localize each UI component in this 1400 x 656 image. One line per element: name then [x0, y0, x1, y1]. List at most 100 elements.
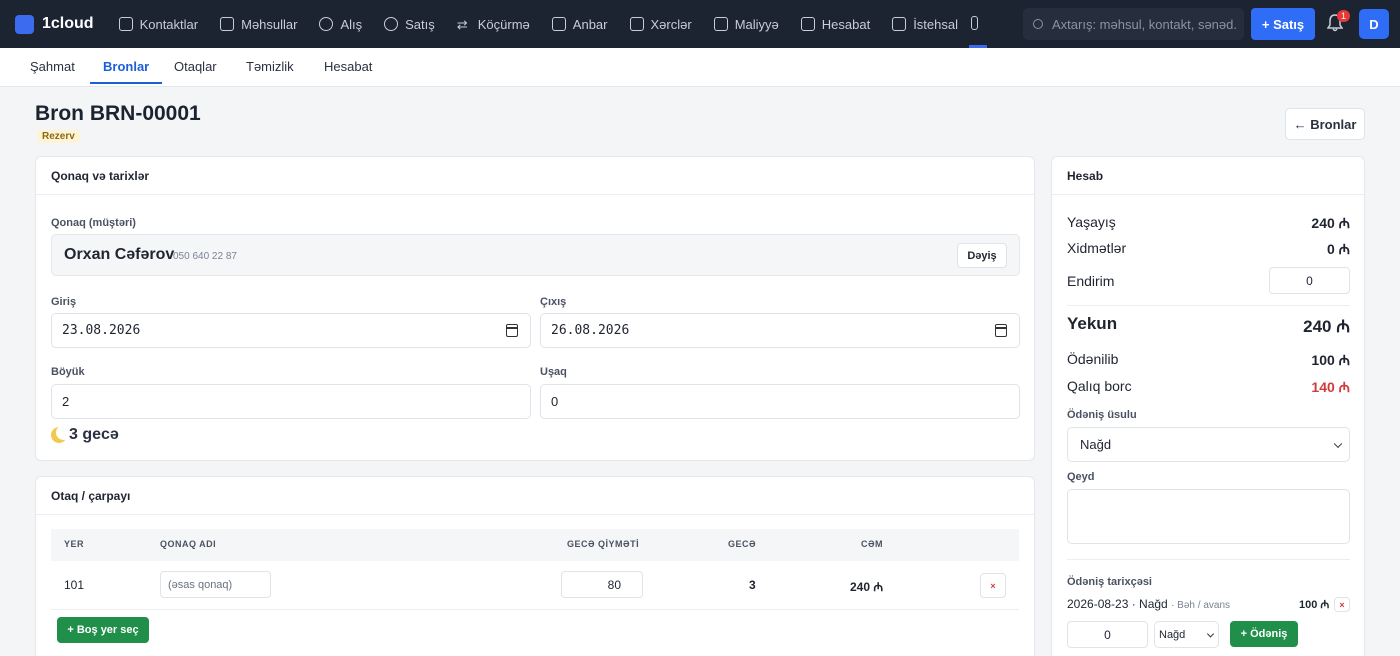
chevron-down-icon [1206, 629, 1215, 638]
plus-circle-icon [319, 17, 334, 31]
debt-row: Qalıq borc 140 ₼ [1067, 378, 1350, 398]
table-header: YER QONAQ ADI GECƏ QİYMƏTİ GECƏ CƏM [51, 529, 1019, 561]
warehouse-icon [551, 17, 566, 31]
history-note: · Bəh / avans [1171, 600, 1230, 611]
cash-icon [629, 17, 644, 31]
col-guest-name: QONAQ ADI [160, 539, 217, 549]
chart-icon [800, 17, 815, 31]
calendar-icon[interactable] [506, 324, 518, 337]
nav-label: Məhsullar [241, 16, 298, 32]
card-title: Otaq / çarpayı [36, 477, 1034, 515]
page-title: Bron BRN-00001 [35, 102, 201, 125]
moon-icon [51, 427, 67, 443]
children-input[interactable]: 0 [540, 384, 1020, 419]
search-input[interactable] [1052, 16, 1237, 32]
nights-value: 3 [749, 578, 756, 592]
services-value: 0 ₼ [1326, 241, 1350, 257]
nav-warehouse[interactable]: Anbar [541, 0, 619, 48]
tab-bookings[interactable]: Bronlar [90, 48, 163, 84]
payment-method-value: Nağd [1080, 437, 1112, 452]
adults-input[interactable]: 2 [51, 384, 531, 419]
new-payment-amount-input[interactable]: 0 [1067, 621, 1148, 648]
nav-label: Köçürmə [477, 16, 530, 32]
history-amount: 100 ₼ [1299, 599, 1330, 611]
factory-icon [892, 17, 907, 31]
checkout-date-input[interactable]: 26.08.2026 [540, 313, 1020, 348]
guest-selector: Orxan Cəfərov 050 640 22 87 Dəyiş [51, 234, 1020, 276]
grid-icon [713, 17, 728, 31]
checkout-label: Çıxış [540, 296, 567, 308]
close-icon: × [1339, 599, 1345, 610]
paid-row: Ödənilib 100 ₼ [1067, 351, 1350, 371]
nav-label: Maliyyə [734, 16, 779, 32]
new-amount-value: 0 [1104, 627, 1111, 642]
nav-label: Anbar [572, 16, 608, 32]
nav-finance[interactable]: Maliyyə [703, 0, 790, 48]
nav-label: Xərclər [650, 16, 692, 32]
nav-contacts[interactable]: Kontaktlar [108, 0, 210, 48]
card-title: Hesab [1052, 157, 1364, 195]
note-label: Qeyd [1067, 471, 1095, 483]
calendar-icon[interactable] [995, 324, 1007, 337]
tab-cleaning[interactable]: Təmizlik [246, 48, 294, 84]
night-price-input[interactable]: 80 [561, 571, 643, 598]
new-method-value: Nağd [1159, 628, 1186, 641]
guest-placeholder: (əsas qonaq) [168, 578, 233, 591]
nav-products[interactable]: Məhsullar [209, 0, 308, 48]
note-textarea[interactable] [1067, 489, 1350, 544]
children-value: 0 [551, 394, 559, 409]
global-search[interactable] [1023, 8, 1244, 40]
nav-production[interactable]: İstehsal [881, 0, 969, 48]
discount-label: Endirim [1067, 273, 1115, 289]
avatar[interactable]: D [1359, 9, 1389, 39]
guest-phone: 050 640 22 87 [173, 251, 237, 262]
tab-rooms[interactable]: Otaqlar [174, 48, 217, 84]
price-value: 80 [607, 577, 621, 592]
paid-label: Ödənilib [1067, 351, 1119, 367]
total-value: 240 ₼ [1303, 317, 1350, 336]
new-sale-button[interactable]: + Satış [1251, 8, 1315, 40]
nav-reports[interactable]: Hesabat [790, 0, 881, 48]
col-place: YER [64, 539, 85, 549]
arrow-circle-icon [384, 17, 399, 31]
nav-transfer[interactable]: ⇄ Köçürmə [446, 0, 541, 48]
back-to-bookings-button[interactable]: ← Bronlar [1285, 108, 1365, 140]
debt-label: Qalıq borc [1067, 378, 1132, 394]
add-free-place-button[interactable]: + Boş yer seç [57, 617, 149, 643]
living-label: Yaşayış [1067, 214, 1116, 230]
nav-purchase[interactable]: Alış [308, 0, 373, 48]
checkin-date-input[interactable]: 23.08.2026 [51, 313, 531, 348]
notification-badge: 1 [1337, 10, 1351, 22]
table-row: 101 (əsas qonaq) 80 3 240 ₼ × [51, 561, 1019, 610]
place-value: 101 [64, 578, 85, 592]
nav-label: Hesabat [821, 16, 871, 32]
add-payment-button[interactable]: + Ödəniş [1230, 621, 1298, 647]
hotel-icon [971, 15, 978, 30]
tab-report[interactable]: Hesabat [324, 48, 372, 84]
checkin-label: Giriş [51, 296, 77, 308]
logo-text: 1cloud [42, 15, 94, 32]
nav-hotel[interactable] [969, 0, 987, 48]
payment-history-entry: 2026-08-23 · Nağd · Bəh / avans [1067, 597, 1230, 611]
guest-name: Orxan Cəfərov [64, 246, 175, 263]
new-payment-method-select[interactable]: Nağd [1154, 621, 1219, 648]
delete-payment-button[interactable]: × [1334, 597, 1350, 612]
guest-name-input[interactable]: (əsas qonaq) [160, 571, 271, 598]
change-guest-button[interactable]: Dəyiş [957, 243, 1007, 268]
remove-row-button[interactable]: × [980, 573, 1006, 598]
debt-value: 140 ₼ [1311, 379, 1350, 395]
nav-label: Satış [405, 16, 435, 32]
nav-label: Kontaktlar [139, 16, 199, 32]
nights-text: 3 gecə [69, 426, 119, 443]
tab-chess[interactable]: Şahmat [30, 48, 75, 84]
payment-method-select[interactable]: Nağd [1067, 427, 1350, 462]
checkin-value: 23.08.2026 [62, 323, 141, 338]
row-total: 240 ₼ [850, 580, 884, 594]
status-badge: Rezerv [37, 130, 80, 143]
nav-expenses[interactable]: Xərclər [619, 0, 703, 48]
discount-input[interactable]: 0 [1269, 267, 1350, 294]
logo[interactable]: 1cloud [15, 14, 94, 34]
children-label: Uşaq [540, 366, 567, 378]
nav-label: Alış [340, 16, 363, 32]
nav-sales[interactable]: Satış [373, 0, 446, 48]
